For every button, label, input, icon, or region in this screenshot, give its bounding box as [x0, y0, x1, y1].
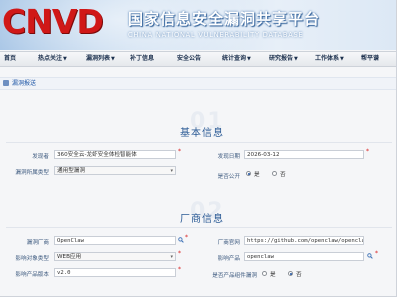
public-yes-label[interactable]: 是 [254, 170, 260, 178]
required-marker: * [185, 234, 188, 241]
component-yes-radio[interactable] [262, 271, 267, 276]
site-logo[interactable]: CNVD [2, 4, 104, 40]
chevron-down-icon: ▾ [170, 254, 173, 260]
nav-statistics[interactable]: 统计查询▼ [222, 52, 251, 66]
version-field[interactable]: v2.0 [54, 268, 176, 277]
chevron-down-icon: ▼ [247, 56, 251, 62]
section-divider [6, 227, 392, 228]
vuln-type-select[interactable]: 通用型漏洞 ▾ [54, 166, 176, 175]
date-field[interactable]: 2026-03-12 [244, 150, 364, 159]
site-title-en: CHINA NATIONAL VULNERABILITY DATABASE [128, 31, 304, 39]
component-no-radio[interactable] [288, 271, 293, 276]
breadcrumb-current[interactable]: 漏洞报送 [12, 78, 36, 89]
date-label: 发现日期 [217, 154, 240, 160]
nav-home[interactable]: 首页 [4, 52, 16, 66]
influence-type-value: WEB应用 [57, 254, 82, 260]
chevron-down-icon: ▼ [294, 56, 298, 62]
component-vuln-label: 是否产品组件漏洞 [212, 273, 257, 279]
website-field[interactable]: https://github.com/openclaw/openclaw [244, 236, 364, 245]
section-divider [6, 142, 392, 143]
section-title-vendor: 厂商信息 [180, 214, 224, 225]
manufacturer-label: 漏洞厂商 [26, 240, 49, 246]
chevron-down-icon: ▾ [170, 168, 173, 174]
chevron-down-icon: ▼ [63, 56, 67, 62]
public-no-label[interactable]: 否 [280, 170, 286, 178]
vuln-type-label: 漏洞所属类型 [15, 170, 49, 176]
influence-type-select[interactable]: WEB应用 ▾ [54, 252, 176, 261]
nav-vuln-list[interactable]: 漏洞列表▼ [86, 52, 115, 66]
vuln-type-value: 通用型漏洞 [57, 168, 85, 174]
website-label: 厂商官网 [217, 240, 240, 246]
product-label: 影响产品 [217, 256, 240, 262]
search-icon[interactable] [178, 237, 184, 243]
discoverer-label: 发现者 [32, 154, 49, 160]
chevron-down-icon: ▼ [111, 56, 115, 62]
nav-work-system[interactable]: 工作体系▼ [315, 52, 344, 66]
nav-hot-topics[interactable]: 热点关注▼ [38, 52, 67, 66]
page-frame: CNVD 国家信息安全漏洞共享平台 CHINA NATIONAL VULNERA… [0, 0, 397, 297]
chevron-down-icon: ▼ [340, 56, 344, 62]
section-title-basic: 基本信息 [180, 128, 224, 139]
nav-reports[interactable]: 研究报告▼ [269, 52, 298, 66]
influence-type-label: 影响对象类型 [15, 256, 49, 262]
nav-announcements[interactable]: 安全公告 [177, 52, 201, 66]
version-label: 影响产品版本 [15, 272, 49, 278]
product-field[interactable]: openclaw [244, 252, 364, 261]
component-no-label[interactable]: 否 [296, 270, 302, 278]
discoverer-field[interactable]: 360安全云-龙虾安全体检智能体 [54, 150, 176, 159]
public-yes-radio[interactable] [246, 171, 251, 176]
required-marker: * [366, 148, 369, 155]
required-marker: * [375, 250, 378, 257]
header-banner: CNVD 国家信息安全漏洞共享平台 CHINA NATIONAL VULNERA… [0, 0, 396, 50]
manufacturer-field[interactable]: OpenClaw [54, 236, 176, 245]
home-icon [3, 80, 9, 86]
required-marker: * [178, 148, 181, 155]
component-yes-label[interactable]: 是 [270, 270, 276, 278]
main-nav: 首页 热点关注▼ 漏洞列表▼ 补丁信息 安全公告 统计查询▼ 研究报告▼ 工作体… [0, 51, 396, 67]
required-marker: * [178, 266, 181, 273]
nav-help[interactable]: 帮平谱 [361, 52, 379, 66]
breadcrumb: 漏洞报送 [0, 77, 396, 90]
search-icon[interactable] [367, 253, 373, 259]
nav-patches[interactable]: 补丁信息 [130, 52, 154, 66]
public-label: 是否公开 [217, 174, 240, 180]
site-title-cn: 国家信息安全漏洞共享平台 [128, 10, 321, 28]
required-marker: * [178, 250, 181, 257]
public-no-radio[interactable] [272, 171, 277, 176]
